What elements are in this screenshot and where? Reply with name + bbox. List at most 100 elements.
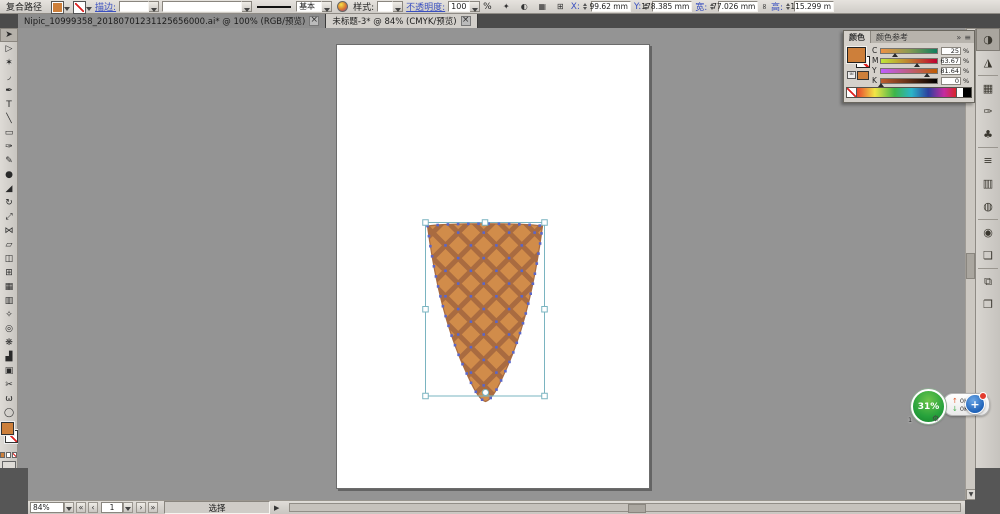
tool-magic-wand[interactable]: ✶ bbox=[0, 56, 18, 70]
tool-paintbrush[interactable]: ✑ bbox=[0, 140, 18, 154]
horizontal-scroll-thumb[interactable] bbox=[628, 504, 647, 513]
tab-color-guide[interactable]: 颜色参考 bbox=[871, 31, 913, 43]
graphic-style-select[interactable] bbox=[377, 1, 404, 12]
panel-fill-swatch[interactable] bbox=[847, 47, 866, 63]
magenta-slider[interactable] bbox=[880, 57, 938, 67]
tool-mesh[interactable]: ▦ bbox=[0, 280, 18, 294]
tool-slice[interactable]: ✂ bbox=[0, 378, 18, 392]
dock-panel-appearance[interactable]: ◉ bbox=[976, 221, 1000, 244]
tool-artboard[interactable]: ▣ bbox=[0, 364, 18, 378]
horizontal-scrollbar[interactable] bbox=[289, 503, 961, 513]
brush-definition-select[interactable] bbox=[162, 1, 253, 12]
shape-mode-icon[interactable]: ◐ bbox=[517, 0, 532, 14]
tool-pen[interactable]: ✒ bbox=[0, 84, 18, 98]
dock-panel-layers[interactable]: ⧉ bbox=[976, 270, 1000, 293]
fill-stroke-swatches[interactable] bbox=[0, 420, 18, 450]
tool-symbol-sprayer[interactable]: ❋ bbox=[0, 336, 18, 350]
tool-gradient[interactable]: ▥ bbox=[0, 294, 18, 308]
white-swatch[interactable] bbox=[956, 88, 963, 97]
cyan-value[interactable]: 25 bbox=[941, 46, 961, 55]
close-icon[interactable]: × bbox=[309, 16, 320, 26]
gear-icon[interactable]: ⚙ bbox=[932, 414, 939, 423]
gamut-color-swatch[interactable] bbox=[857, 71, 869, 80]
tool-perspective-grid[interactable]: ⊞ bbox=[0, 266, 18, 280]
width-field[interactable]: 77.026 mm bbox=[712, 1, 759, 12]
cyan-slider[interactable] bbox=[880, 47, 938, 57]
link-dimensions-icon[interactable]: ∞ bbox=[760, 3, 769, 10]
dock-panel-color[interactable]: ◑ bbox=[976, 28, 1000, 51]
dock-panel-artboards[interactable]: ❐ bbox=[976, 293, 1000, 316]
prev-artboard-button[interactable]: ‹ bbox=[88, 502, 98, 513]
out-of-gamut-icon[interactable]: ⊞ bbox=[847, 71, 856, 79]
tool-eyedropper[interactable]: ✧ bbox=[0, 308, 18, 322]
memory-usage-ball[interactable]: 31% bbox=[911, 389, 946, 424]
first-artboard-button[interactable]: « bbox=[76, 502, 86, 513]
tab-color[interactable]: 颜色 bbox=[844, 31, 871, 43]
width-label[interactable]: 宽: bbox=[695, 0, 707, 13]
opacity-field[interactable]: 100 bbox=[448, 1, 481, 12]
tool-rotate[interactable]: ↻ bbox=[0, 196, 18, 210]
tool-pencil[interactable]: ✎ bbox=[0, 154, 18, 168]
tool-blend[interactable]: ◎ bbox=[0, 322, 18, 336]
y-label[interactable]: Y: bbox=[634, 2, 641, 12]
tool-selection[interactable]: ➤ bbox=[0, 28, 18, 42]
stroke-weight-select[interactable] bbox=[119, 1, 160, 12]
dock-panel-swatches[interactable]: ▦ bbox=[976, 77, 1000, 100]
align-icon[interactable]: ▦ bbox=[535, 0, 550, 14]
recolor-artwork-icon[interactable] bbox=[335, 0, 350, 14]
document-tab-2[interactable]: 未标题-3* @ 84% (CMYK/预览) × bbox=[326, 14, 478, 28]
tool-zoom[interactable]: ◯ bbox=[0, 406, 18, 420]
magenta-value[interactable]: 63.67 bbox=[940, 56, 961, 65]
color-spectrum-bar[interactable] bbox=[846, 87, 972, 98]
dock-panel-gradient[interactable]: ▥ bbox=[976, 172, 1000, 195]
canvas-area[interactable] bbox=[18, 28, 965, 500]
status-display[interactable]: 选择 bbox=[164, 501, 270, 514]
dock-panel-brushes[interactable]: ✑ bbox=[976, 100, 1000, 123]
stroke-color-swatch[interactable] bbox=[73, 1, 87, 14]
tool-column-graph[interactable]: ▟ bbox=[0, 350, 18, 364]
status-menu-arrow-icon[interactable]: ▶ bbox=[274, 504, 279, 512]
transform-icon[interactable]: ⊞ bbox=[553, 0, 568, 14]
x-stepper[interactable] bbox=[582, 1, 587, 12]
tool-line-segment[interactable]: ╲ bbox=[0, 112, 18, 126]
tool-shape-builder[interactable]: ◫ bbox=[0, 252, 18, 266]
stroke-weight-label[interactable]: 描边: bbox=[95, 0, 116, 13]
black-value[interactable]: 0 bbox=[941, 76, 961, 85]
last-artboard-button[interactable]: » bbox=[148, 502, 158, 513]
tool-blob-brush[interactable]: ● bbox=[0, 168, 18, 182]
yellow-value[interactable]: 81.64 bbox=[940, 66, 961, 75]
tool-lasso[interactable]: ◞ bbox=[0, 70, 18, 84]
stroke-dropdown-icon[interactable] bbox=[86, 7, 93, 14]
fill-dropdown-icon[interactable] bbox=[64, 7, 71, 14]
fill-color-control[interactable] bbox=[51, 1, 71, 14]
yellow-slider[interactable] bbox=[880, 67, 938, 77]
artboard-number-field[interactable]: 1 bbox=[101, 502, 133, 513]
system-monitor-widget[interactable]: ↑ 0K/s ↓ 0K/s + 31% 1 ⚙ bbox=[900, 385, 1000, 427]
black-swatch[interactable] bbox=[963, 88, 971, 97]
tool-hand[interactable]: ω bbox=[0, 392, 18, 406]
none-swatch[interactable] bbox=[847, 88, 857, 97]
zoom-level-select[interactable]: 84% bbox=[30, 502, 74, 513]
tool-eraser[interactable]: ◢ bbox=[0, 182, 18, 196]
artwork-cone[interactable] bbox=[18, 28, 965, 500]
paint-mode-buttons[interactable] bbox=[0, 450, 17, 458]
dock-panel-transparency[interactable]: ◍ bbox=[976, 195, 1000, 218]
variable-width-profile-select[interactable]: 基本 bbox=[296, 1, 333, 12]
tool-rectangle[interactable]: ▭ bbox=[0, 126, 18, 140]
tool-direct-selection[interactable]: ▷ bbox=[0, 42, 18, 56]
x-field[interactable]: 99.62 mm bbox=[589, 1, 631, 12]
height-field[interactable]: 115.299 m bbox=[790, 1, 835, 12]
opacity-mask-icon[interactable]: ✦ bbox=[499, 0, 514, 14]
stroke-color-control[interactable] bbox=[73, 1, 93, 14]
tool-type[interactable]: T bbox=[0, 98, 18, 112]
opacity-label[interactable]: 不透明度: bbox=[406, 0, 445, 13]
black-slider[interactable] bbox=[878, 77, 938, 87]
fill-color-swatch[interactable] bbox=[51, 1, 65, 14]
close-icon[interactable]: × bbox=[460, 16, 471, 26]
dock-panel-symbols[interactable]: ♣ bbox=[976, 123, 1000, 146]
tool-free-transform[interactable]: ▱ bbox=[0, 238, 18, 252]
x-label[interactable]: X: bbox=[571, 2, 580, 12]
tool-scale[interactable]: ⤢ bbox=[0, 210, 18, 224]
tool-width[interactable]: ⋈ bbox=[0, 224, 18, 238]
document-tab-1[interactable]: Nipic_10999358_20180701231125656000.ai* … bbox=[18, 14, 327, 28]
